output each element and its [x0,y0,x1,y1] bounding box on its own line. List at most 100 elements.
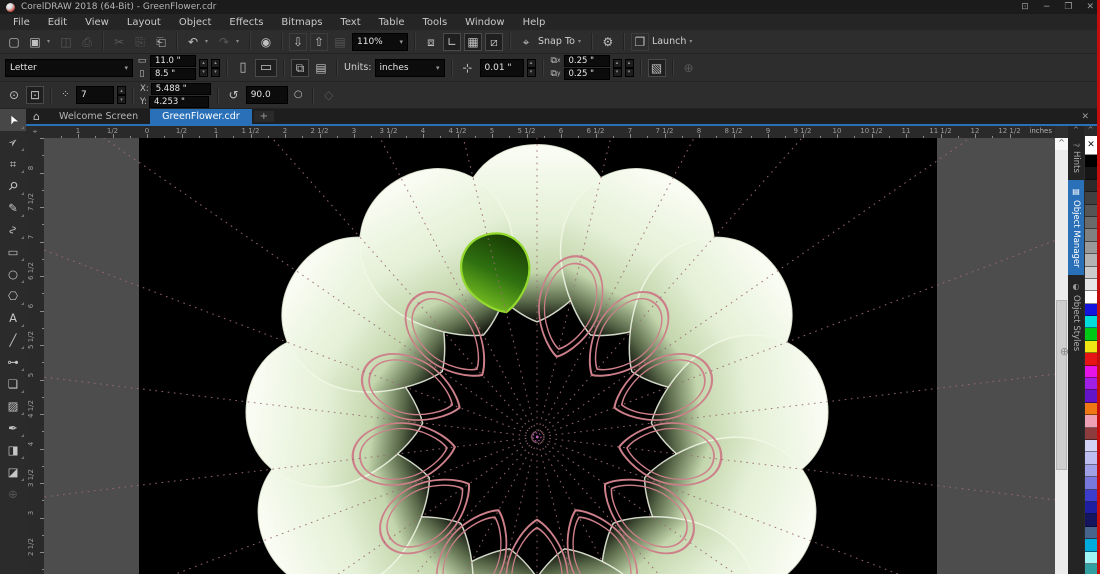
launch-group[interactable]: ❐Launch▾ [631,33,696,51]
y-position-field[interactable]: 4.253 " [149,96,209,108]
rectangle-tool[interactable]: ▭ [0,241,26,263]
rotation-center-button[interactable]: ⊡ [26,86,44,104]
palette-swatch[interactable] [1085,477,1097,489]
vertical-ruler[interactable]: 87 1/276 1/265 1/254 1/243 1/232 1/2 [26,138,44,574]
duplicate-stepper-2[interactable]: ▴▾ [625,59,634,77]
palette-swatch[interactable] [1085,514,1097,526]
scrollbar-thumb[interactable] [1056,300,1067,470]
palette-swatch[interactable] [1085,291,1097,303]
zoom-level-combo[interactable]: 110%▾ [352,33,408,51]
units-combo[interactable]: inches ▾ [375,59,445,77]
menu-tools[interactable]: Tools [414,17,457,28]
palette-swatch[interactable] [1085,465,1097,477]
welcome-screen-icon[interactable]: ◉ [257,33,275,51]
menu-window[interactable]: Window [456,17,513,28]
palette-swatch[interactable] [1085,242,1097,254]
treat-as-filled-button[interactable]: ▧ [648,59,666,77]
polygon-tool[interactable]: ⎔ [0,285,26,307]
tab-greenflower[interactable]: GreenFlower.cdr [150,109,252,125]
combo-caret-icon[interactable]: ▾ [395,38,403,46]
menu-effects[interactable]: Effects [220,17,272,28]
options-icon[interactable]: ⚙ [599,33,617,51]
palette-swatch[interactable] [1085,403,1097,415]
dropdown-caret-icon[interactable]: ▾ [689,38,696,45]
palette-swatch[interactable] [1085,192,1097,204]
nudge-stepper[interactable]: ▴▾ [527,59,536,77]
duplicate-stepper[interactable]: ▴▾ [613,59,622,77]
home-icon[interactable]: ⌂ [26,110,47,123]
docker-tab-object-manager[interactable]: ▤Object Manager [1068,180,1084,275]
palette-scroll-icon[interactable]: ^ [1084,126,1097,136]
palette-swatch[interactable] [1085,254,1097,266]
bspline-tool[interactable]: ∿ [0,219,26,241]
page-size-stepper[interactable]: ▴▾ [199,59,208,77]
minimize-icon[interactable]: − [1043,2,1051,12]
horizontal-ruler[interactable]: inches 11/201/211 1/222 1/233 1/244 1/25… [44,126,1055,138]
menu-file[interactable]: File [4,17,39,28]
palette-swatch[interactable] [1085,564,1097,574]
close-document-icon[interactable]: ✕ [1073,112,1097,122]
artwork-svg[interactable] [44,138,1055,574]
palette-swatch[interactable] [1085,366,1097,378]
menu-object[interactable]: Object [170,17,221,28]
launch-icon[interactable]: ❐ [631,33,649,51]
portrait-button[interactable]: ▯ [234,59,252,77]
shape-tool[interactable]: ➢ [0,131,26,153]
close-icon[interactable]: ✕ [1086,2,1094,12]
palette-swatch[interactable] [1085,205,1097,217]
menu-edit[interactable]: Edit [39,17,76,28]
scroll-up-icon[interactable]: ^ [1055,138,1068,150]
palette-swatch[interactable] [1085,229,1097,241]
undo-icon[interactable]: ↶ [184,33,202,51]
ellipse-tool[interactable]: ○ [0,263,26,285]
x-position-field[interactable]: 5.488 " [151,83,211,95]
palette-swatch[interactable] [1085,378,1097,390]
import-icon[interactable]: ⇩ [289,33,307,51]
palette-swatch[interactable] [1085,415,1097,427]
new-tab-button[interactable]: + [254,111,274,122]
rotation-angle-field[interactable]: 90.0 [246,86,288,104]
palette-swatch[interactable] [1085,304,1097,316]
rotation-direction-button[interactable]: ○ [291,86,306,104]
full-screen-preview-icon[interactable]: ⧈ [422,33,440,51]
palette-swatch[interactable] [1085,390,1097,402]
palette-swatch[interactable] [1085,217,1097,229]
restore-icon[interactable]: ❐ [1064,2,1072,12]
show-guidelines-icon[interactable]: ⧄ [485,33,503,51]
copies-field[interactable]: 7 [76,86,114,104]
palette-swatch[interactable] [1085,502,1097,514]
palette-swatch[interactable] [1085,353,1097,365]
window-settings-icon[interactable]: ⊡ [1021,2,1029,12]
palette-swatch[interactable] [1085,341,1097,353]
dropdown-caret-icon[interactable]: ▾ [47,38,54,45]
page-height-field[interactable]: 8.5 " [150,68,196,80]
menu-view[interactable]: View [76,17,118,28]
drop-shadow-tool[interactable]: ❏ [0,373,26,395]
palette-swatch[interactable] [1085,490,1097,502]
palette-swatch[interactable] [1085,279,1097,291]
paste-icon[interactable]: ⎗ [152,33,170,51]
palette-swatch-none[interactable]: ✕ [1085,136,1097,155]
open-icon[interactable]: ▣ [26,33,44,51]
docker-tab-object-styles[interactable]: ◐Object Styles [1068,275,1084,358]
docker-scroll-icon[interactable]: ^ [1068,126,1084,136]
palette-swatch[interactable] [1085,428,1097,440]
palette-swatch[interactable] [1085,539,1097,551]
new-document-icon[interactable]: ▢ [5,33,23,51]
freehand-tool[interactable]: ✎ [0,197,26,219]
palette-swatch[interactable] [1085,452,1097,464]
export-icon[interactable]: ⇧ [310,33,328,51]
dropdown-caret-icon[interactable]: ▾ [578,38,585,45]
menu-help[interactable]: Help [514,17,555,28]
page-size-combo[interactable]: Letter ▾ [5,59,133,77]
tab-welcome-screen[interactable]: Welcome Screen [47,109,150,125]
all-pages-button[interactable]: ⧉ [291,59,309,77]
dropdown-caret-icon[interactable]: ▾ [205,38,212,45]
palette-swatch[interactable] [1085,155,1097,167]
menu-layout[interactable]: Layout [118,17,170,28]
palette-swatch[interactable] [1085,440,1097,452]
ruler-origin-button[interactable]: ⌖ [26,126,44,138]
interactive-fill-tool[interactable]: ◨ [0,439,26,461]
palette-swatch[interactable] [1085,328,1097,340]
pick-tool[interactable]: ➤ [0,109,26,131]
